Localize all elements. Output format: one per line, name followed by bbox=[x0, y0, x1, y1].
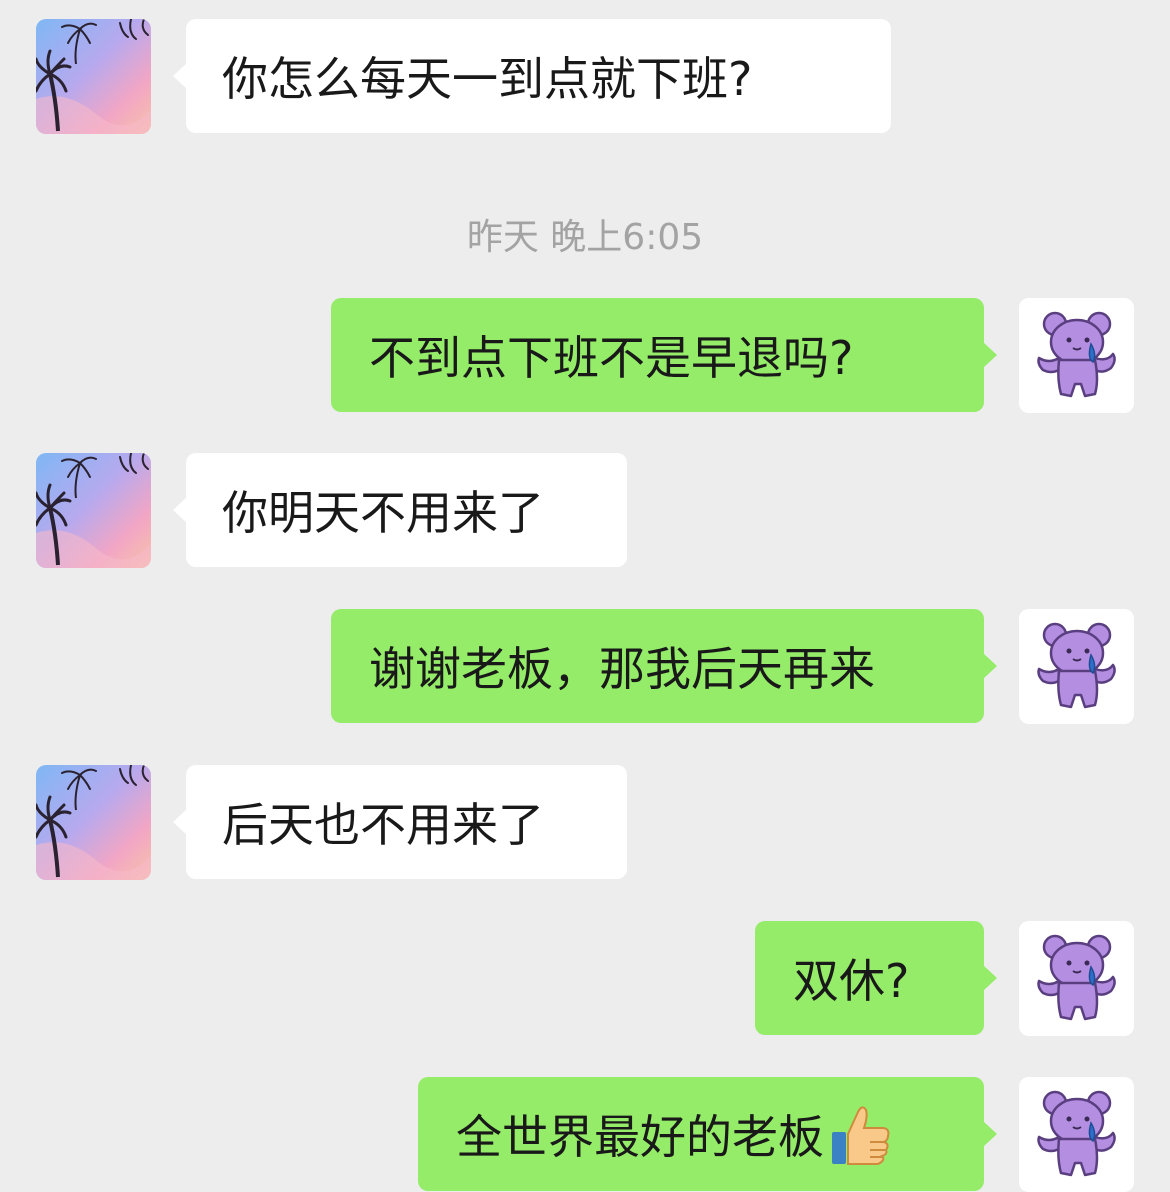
message-bubble-outgoing[interactable]: 全世界最好的老板 bbox=[418, 1077, 997, 1191]
message-bubble-outgoing[interactable]: 不到点下班不是早退吗? bbox=[331, 298, 997, 412]
purple-bear-icon bbox=[1019, 921, 1134, 1036]
message-text: 不到点下班不是早退吗? bbox=[369, 331, 854, 385]
self-avatar[interactable] bbox=[1019, 921, 1134, 1036]
message-bubble-incoming[interactable]: 你明天不用来了 bbox=[173, 453, 627, 567]
message-bubble-incoming[interactable]: 后天也不用来了 bbox=[173, 765, 627, 879]
message-text: 全世界最好的老板 bbox=[456, 1110, 824, 1164]
palm-tree-sunset-icon bbox=[36, 765, 151, 880]
message-text: 你明天不用来了 bbox=[222, 486, 544, 540]
self-avatar[interactable] bbox=[1019, 609, 1134, 724]
self-avatar[interactable] bbox=[1019, 1077, 1134, 1192]
thumbs-up-icon bbox=[830, 1102, 892, 1166]
palm-tree-sunset-icon bbox=[36, 453, 151, 568]
timestamp: 昨天 晚上6:05 bbox=[466, 217, 704, 258]
message-bubble-incoming[interactable]: 你怎么每天一到点就下班? bbox=[173, 19, 891, 133]
message-text: 后天也不用来了 bbox=[222, 798, 544, 852]
palm-tree-sunset-icon bbox=[36, 19, 151, 134]
purple-bear-icon bbox=[1019, 1077, 1134, 1192]
message-text: 你怎么每天一到点就下班? bbox=[222, 52, 753, 106]
self-avatar[interactable] bbox=[1019, 298, 1134, 413]
message-bubble-outgoing[interactable]: 双休? bbox=[755, 921, 997, 1035]
purple-bear-icon bbox=[1019, 609, 1134, 724]
message-bubble-outgoing[interactable]: 谢谢老板，那我后天再来 bbox=[331, 609, 997, 723]
message-text: 谢谢老板，那我后天再来 bbox=[369, 642, 875, 696]
purple-bear-icon bbox=[1019, 298, 1134, 413]
contact-avatar[interactable] bbox=[36, 765, 151, 880]
message-text: 双休? bbox=[793, 954, 910, 1008]
contact-avatar[interactable] bbox=[36, 19, 151, 134]
contact-avatar[interactable] bbox=[36, 453, 151, 568]
